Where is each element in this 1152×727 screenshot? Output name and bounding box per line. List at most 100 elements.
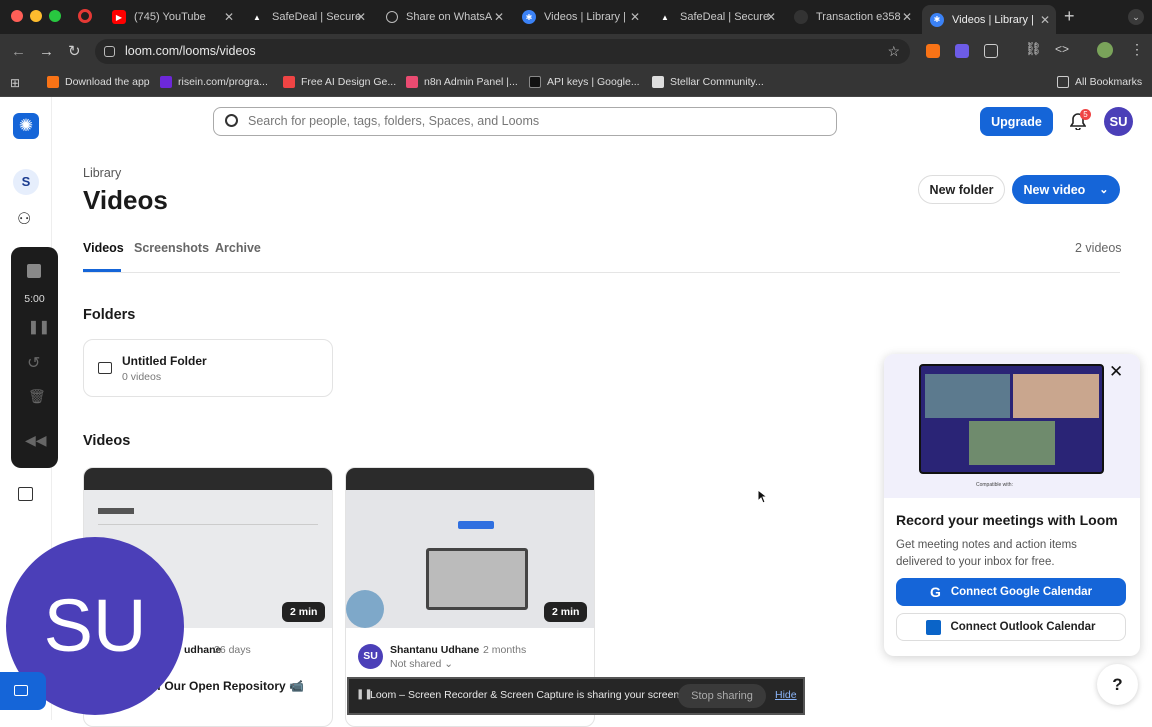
folder-icon xyxy=(1057,76,1069,88)
tab-label: Videos | Library | xyxy=(544,11,626,23)
forward-icon[interactable]: → xyxy=(39,43,54,60)
participant-tile xyxy=(969,421,1055,465)
breadcrumb[interactable]: Library xyxy=(83,166,121,180)
new-video-button[interactable]: New video ⌄ xyxy=(1012,175,1120,204)
screen-sharing-bar: ❚❚ Loom – Screen Recorder & Screen Captu… xyxy=(347,677,805,715)
maximize-window-button[interactable] xyxy=(49,10,61,22)
extensions-puzzle-icon[interactable] xyxy=(984,44,998,58)
n8n-icon xyxy=(406,76,418,88)
bookmark-item[interactable]: Stellar Community... xyxy=(652,76,764,88)
thumbnail-divider xyxy=(98,524,318,525)
bookmark-star-icon[interactable]: ☆ xyxy=(887,39,900,64)
browser-menu-icon[interactable]: ⋮ xyxy=(1130,41,1144,58)
tab-search-icon[interactable]: ⌄ xyxy=(1128,9,1144,25)
reload-icon[interactable]: ↻ xyxy=(68,42,81,60)
promo-title: Record your meetings with Loom xyxy=(896,512,1118,528)
loom-logo-icon[interactable]: ✺ xyxy=(13,113,39,139)
close-window-button[interactable] xyxy=(11,10,23,22)
bookmark-item[interactable]: risein.com/progra... xyxy=(160,76,268,88)
connect-outlook-label: Connect Outlook Calendar xyxy=(950,621,1096,633)
tab-label: Videos | Library | xyxy=(952,13,1034,26)
site-info-icon[interactable] xyxy=(104,46,115,57)
all-bookmarks[interactable]: All Bookmarks xyxy=(1057,76,1142,88)
camera-toggle-button[interactable] xyxy=(0,672,46,710)
stop-sharing-button[interactable]: Stop sharing xyxy=(678,684,766,708)
video-author[interactable]: Shantanu Udhane xyxy=(390,644,479,656)
safedeal-icon: ▲ xyxy=(253,12,261,22)
bookmark-item[interactable]: n8n Admin Panel |... xyxy=(406,76,518,88)
stop-recording-icon[interactable] xyxy=(27,264,41,278)
delete-icon[interactable]: 🗑 xyxy=(28,388,46,405)
globe-icon xyxy=(386,11,398,23)
participant-tile xyxy=(925,374,1010,418)
new-tab-icon[interactable]: + xyxy=(1064,6,1075,27)
tab-safedeal-1[interactable]: ▲ SafeDeal | Secure ✕ xyxy=(244,5,372,29)
transaction-icon xyxy=(794,10,808,24)
sharing-status-dropdown[interactable]: Not shared ⌄ xyxy=(390,658,453,670)
extension-orange-icon[interactable] xyxy=(926,44,940,58)
folder-card[interactable]: Untitled Folder 0 videos xyxy=(83,339,333,397)
help-button[interactable]: ? xyxy=(1097,664,1138,705)
bookmark-item[interactable]: Free AI Design Ge... xyxy=(283,76,396,88)
close-tab-icon[interactable]: ✕ xyxy=(902,10,912,24)
close-tab-icon[interactable]: ✕ xyxy=(494,10,504,24)
search-input[interactable]: Search for people, tags, folders, Spaces… xyxy=(213,107,837,136)
app-download-icon xyxy=(47,76,59,88)
pause-icon[interactable]: ❚❚ xyxy=(28,319,50,335)
address-bar[interactable]: loom.com/looms/videos ☆ xyxy=(95,39,910,64)
tab-loom-videos-active[interactable]: ✱ Videos | Library | ✕ xyxy=(922,5,1056,34)
close-tab-icon[interactable]: ✕ xyxy=(224,10,234,24)
bookmark-label: Download the app xyxy=(65,76,150,88)
chevron-down-icon: ⌄ xyxy=(1099,184,1109,196)
tab-youtube[interactable]: ▶ (745) YouTube ✕ xyxy=(104,5,240,29)
figma-icon xyxy=(283,76,295,88)
collapse-icon[interactable]: ◀◀ xyxy=(25,432,47,449)
close-tab-icon[interactable]: ✕ xyxy=(1040,13,1050,27)
workspace-avatar[interactable]: S xyxy=(13,169,39,195)
link-icon[interactable]: ⛓ xyxy=(1025,41,1042,57)
connect-google-calendar-button[interactable]: G Connect Google Calendar xyxy=(896,578,1126,606)
author-avatar[interactable]: SU xyxy=(358,644,383,669)
tab-whatsapp[interactable]: Share on WhatsA ✕ xyxy=(380,5,510,29)
close-icon[interactable]: ✕ xyxy=(1109,362,1123,382)
tab-loom-videos-1[interactable]: ✱ Videos | Library | ✕ xyxy=(516,5,646,29)
camera-icon xyxy=(14,685,28,696)
bookmark-label: Free AI Design Ge... xyxy=(301,76,397,88)
new-folder-button[interactable]: New folder xyxy=(918,175,1005,204)
bookmark-item[interactable]: Download the app xyxy=(47,76,150,88)
sharing-message: Loom – Screen Recorder & Screen Capture … xyxy=(370,689,683,701)
all-bookmarks-label: All Bookmarks xyxy=(1075,76,1143,88)
tab-archive[interactable]: Archive xyxy=(215,241,261,255)
video-title[interactable]: f Our Open Repository 📹 xyxy=(157,679,304,693)
bookmark-item[interactable]: API keys | Google... xyxy=(529,76,640,88)
tab-screenshots[interactable]: Screenshots xyxy=(134,241,209,255)
restart-icon[interactable]: ↺ xyxy=(27,353,40,373)
tab-videos[interactable]: Videos xyxy=(83,241,124,255)
connect-outlook-calendar-button[interactable]: Connect Outlook Calendar xyxy=(896,613,1126,641)
tab-label: SafeDeal | Secure xyxy=(680,11,770,23)
close-tab-icon[interactable]: ✕ xyxy=(356,10,366,24)
profile-avatar-icon[interactable] xyxy=(1097,42,1113,58)
tab-transaction[interactable]: Transaction e358 ✕ xyxy=(788,5,918,29)
close-tab-icon[interactable]: ✕ xyxy=(766,10,776,24)
compatible-text: Compatible with: xyxy=(976,482,1013,488)
google-icon: G xyxy=(929,584,941,600)
apps-grid-icon[interactable]: ⊞ xyxy=(10,76,20,90)
upgrade-button[interactable]: Upgrade xyxy=(980,107,1053,136)
close-tab-icon[interactable]: ✕ xyxy=(630,10,640,24)
add-user-icon[interactable]: ⚇ xyxy=(17,209,31,229)
tabs-divider xyxy=(83,272,1120,273)
back-icon[interactable]: ← xyxy=(11,43,26,60)
video-age: 2 months xyxy=(483,644,527,656)
user-avatar[interactable]: SU xyxy=(1104,107,1133,136)
notification-count-badge: 5 xyxy=(1080,109,1091,120)
hide-sharing-bar-link[interactable]: Hide xyxy=(775,689,797,701)
folder-name: Untitled Folder xyxy=(122,354,207,368)
notes-icon[interactable] xyxy=(18,487,33,501)
extension-purple-icon[interactable] xyxy=(955,44,969,58)
code-icon[interactable]: <> xyxy=(1055,42,1069,56)
tab-safedeal-2[interactable]: ▲ SafeDeal | Secure ✕ xyxy=(652,5,782,29)
video-age: 26 days xyxy=(214,644,251,656)
minimize-window-button[interactable] xyxy=(30,10,42,22)
search-icon xyxy=(225,114,238,127)
